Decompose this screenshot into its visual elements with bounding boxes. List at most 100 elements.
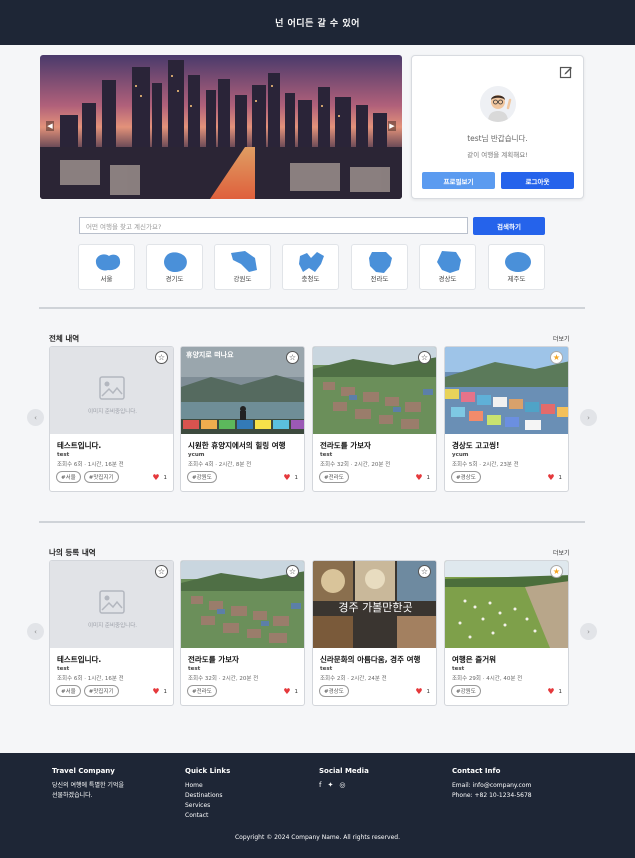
card-tag[interactable]: #강원도 [451,685,481,697]
footer-contact: Contact Info Email: info@company.com Pho… [452,767,532,801]
chevron-right-icon: › [587,413,590,422]
card-title: 여행은 즐거워 [452,655,497,664]
footer-phone: Phone: +82 10-1234-5678 [452,792,532,799]
card-meta: 조회수 2회 · 2시간, 24분 전 [320,676,387,682]
heart-icon: ♥ [547,687,555,696]
footer-company-text: 선물하겠습니다. [52,792,93,799]
card-title: 전라도를 가보자 [320,441,371,450]
heart-icon: ♥ [415,473,423,482]
favorite-star-icon[interactable]: ☆ [418,565,431,578]
favorite-star-icon[interactable]: ☆ [418,351,431,364]
region-seoul[interactable]: 서울 [78,244,135,290]
footer-company-title: Travel Company [52,767,115,775]
footer-company: Travel Company 당신의 여행에 특별한 기억을 선물하겠습니다. [52,767,124,801]
hero-prev-button[interactable]: ◀ [46,121,54,131]
card-title: 경상도 고고씽! [452,441,500,450]
my-posts-more-link[interactable]: 더보기 [553,548,570,557]
favorite-star-icon[interactable]: ★ [550,351,563,364]
like-count[interactable]: ♥ 1 [547,474,562,482]
copyright: Copyright © 2024 Company Name. All right… [234,834,401,841]
chevron-left-icon: ‹ [34,413,37,422]
favorite-star-icon[interactable]: ☆ [286,351,299,364]
region-label: 충청도 [301,275,320,283]
card-tag[interactable]: #서울 [56,471,81,483]
card-tag[interactable]: #맛집지기 [83,685,119,697]
edit-icon[interactable] [559,65,573,79]
card-user: test [320,452,333,458]
avatar [480,86,516,122]
card-tag[interactable]: #맛집지기 [83,471,119,483]
profile-view-button[interactable]: 프로필보기 [422,172,495,189]
region-label: 경상도 [438,275,457,283]
footer-link-contact[interactable]: Contact [185,811,230,821]
my-posts-title: 나의 등록 내역 [49,548,96,557]
search-placeholder: 어떤 여행을 찾고 계신가요? [86,222,162,231]
like-count[interactable]: ♥ 1 [415,474,430,482]
card-tag[interactable]: #강원도 [187,471,217,483]
like-count[interactable]: ♥ 1 [283,688,298,696]
card-tag[interactable]: #경상도 [451,471,481,483]
like-count[interactable]: ♥ 1 [152,688,167,696]
all-posts-next-button[interactable]: › [580,409,597,426]
profile-greeting: test님 반갑습니다. [467,134,528,143]
footer-link-home[interactable]: Home [185,781,230,791]
card-tag[interactable]: #전라도 [319,471,349,483]
all-posts-more-link[interactable]: 더보기 [553,334,570,343]
region-chungcheong[interactable]: 충청도 [282,244,339,290]
favorite-star-icon[interactable]: ☆ [286,565,299,578]
facebook-icon[interactable]: f [319,781,321,789]
card-user: test [320,666,333,672]
post-card[interactable]: 이미지 준비중입니다. ☆ 테스트입니다. test 조회수 6회 · 1시간,… [49,560,174,706]
region-jeolla[interactable]: 전라도 [351,244,408,290]
post-card[interactable]: ☆ 전라도를 가보자 test 조회수 32회 · 2시간, 20분 전 #전라… [312,346,437,492]
chungcheong-map-icon [299,252,324,272]
card-tag[interactable]: #서울 [56,685,81,697]
post-card[interactable]: 이미지 준비중입니다. ☆ 테스트입니다. test 조회수 6회 · 1시간,… [49,346,174,492]
card-user: ycum [452,452,469,458]
card-tag[interactable]: #전라도 [187,685,217,697]
my-posts-next-button[interactable]: › [580,623,597,640]
region-gyeongsang[interactable]: 경상도 [419,244,476,290]
hero-next-button[interactable]: ▶ [388,121,396,131]
profile-subtitle: 같이 여행을 계획해요! [467,151,528,159]
footer-social-title: Social Media [319,767,369,775]
chevron-left-icon: ◀ [47,122,53,130]
post-card[interactable]: ★ 여행은 즐거워 test 조회수 29회 · 4시간, 40분 전 #강원도… [444,560,569,706]
post-card[interactable]: 경주 가볼만한곳 ☆ 신라문화의 아름다움, 경주 여행 test 조회수 2회… [312,560,437,706]
my-posts-prev-button[interactable]: ‹ [27,623,44,640]
card-user: test [188,666,201,672]
post-card[interactable]: 휴양지로 떠나요 ☆ 시원한 휴양지에서의 힐링 여행 ycum 조회수 4회 … [180,346,305,492]
region-jeju[interactable]: 제주도 [488,244,545,290]
favorite-star-icon[interactable]: ☆ [155,565,168,578]
logout-button[interactable]: 로그아웃 [501,172,574,189]
card-meta: 조회수 6회 · 1시간, 16분 전 [57,462,124,468]
instagram-icon[interactable]: ◎ [339,781,345,789]
like-count[interactable]: ♥ 1 [152,474,167,482]
all-posts-prev-button[interactable]: ‹ [27,409,44,426]
favorite-star-icon[interactable]: ☆ [155,351,168,364]
footer-company-text: 당신의 여행에 특별한 기억을 [52,782,124,789]
jeju-map-icon [505,252,531,272]
search-input[interactable]: 어떤 여행을 찾고 계신가요? [79,217,468,234]
profile-card: test님 반갑습니다. 같이 여행을 계획해요! 프로필보기 로그아웃 [411,55,584,199]
favorite-star-icon[interactable]: ★ [550,565,563,578]
chevron-left-icon: ‹ [34,627,37,636]
search-button[interactable]: 검색하기 [473,217,545,235]
card-image-caption: 경주 가볼만한곳 [338,601,413,614]
like-count[interactable]: ♥ 1 [283,474,298,482]
footer-contact-title: Contact Info [452,767,501,775]
post-card[interactable]: ★ 경상도 고고씽! ycum 조회수 5회 · 2시간, 23분 전 #경상도… [444,346,569,492]
hero-city-image [40,60,402,199]
twitter-icon[interactable]: ✦ [327,781,333,789]
placeholder-text: 이미지 준비중입니다. [87,623,138,629]
region-gangwon[interactable]: 강원도 [214,244,271,290]
like-count[interactable]: ♥ 1 [547,688,562,696]
footer-link-destinations[interactable]: Destinations [185,791,230,801]
like-count[interactable]: ♥ 1 [415,688,430,696]
footer-link-services[interactable]: Services [185,801,230,811]
region-gyeonggi[interactable]: 경기도 [146,244,203,290]
region-label: 강원도 [233,275,252,283]
hero-carousel[interactable]: ◀ ▶ [40,55,402,199]
card-tag[interactable]: #경상도 [319,685,349,697]
post-card[interactable]: ☆ 전라도를 가보자 test 조회수 32회 · 2시간, 20분 전 #전라… [180,560,305,706]
